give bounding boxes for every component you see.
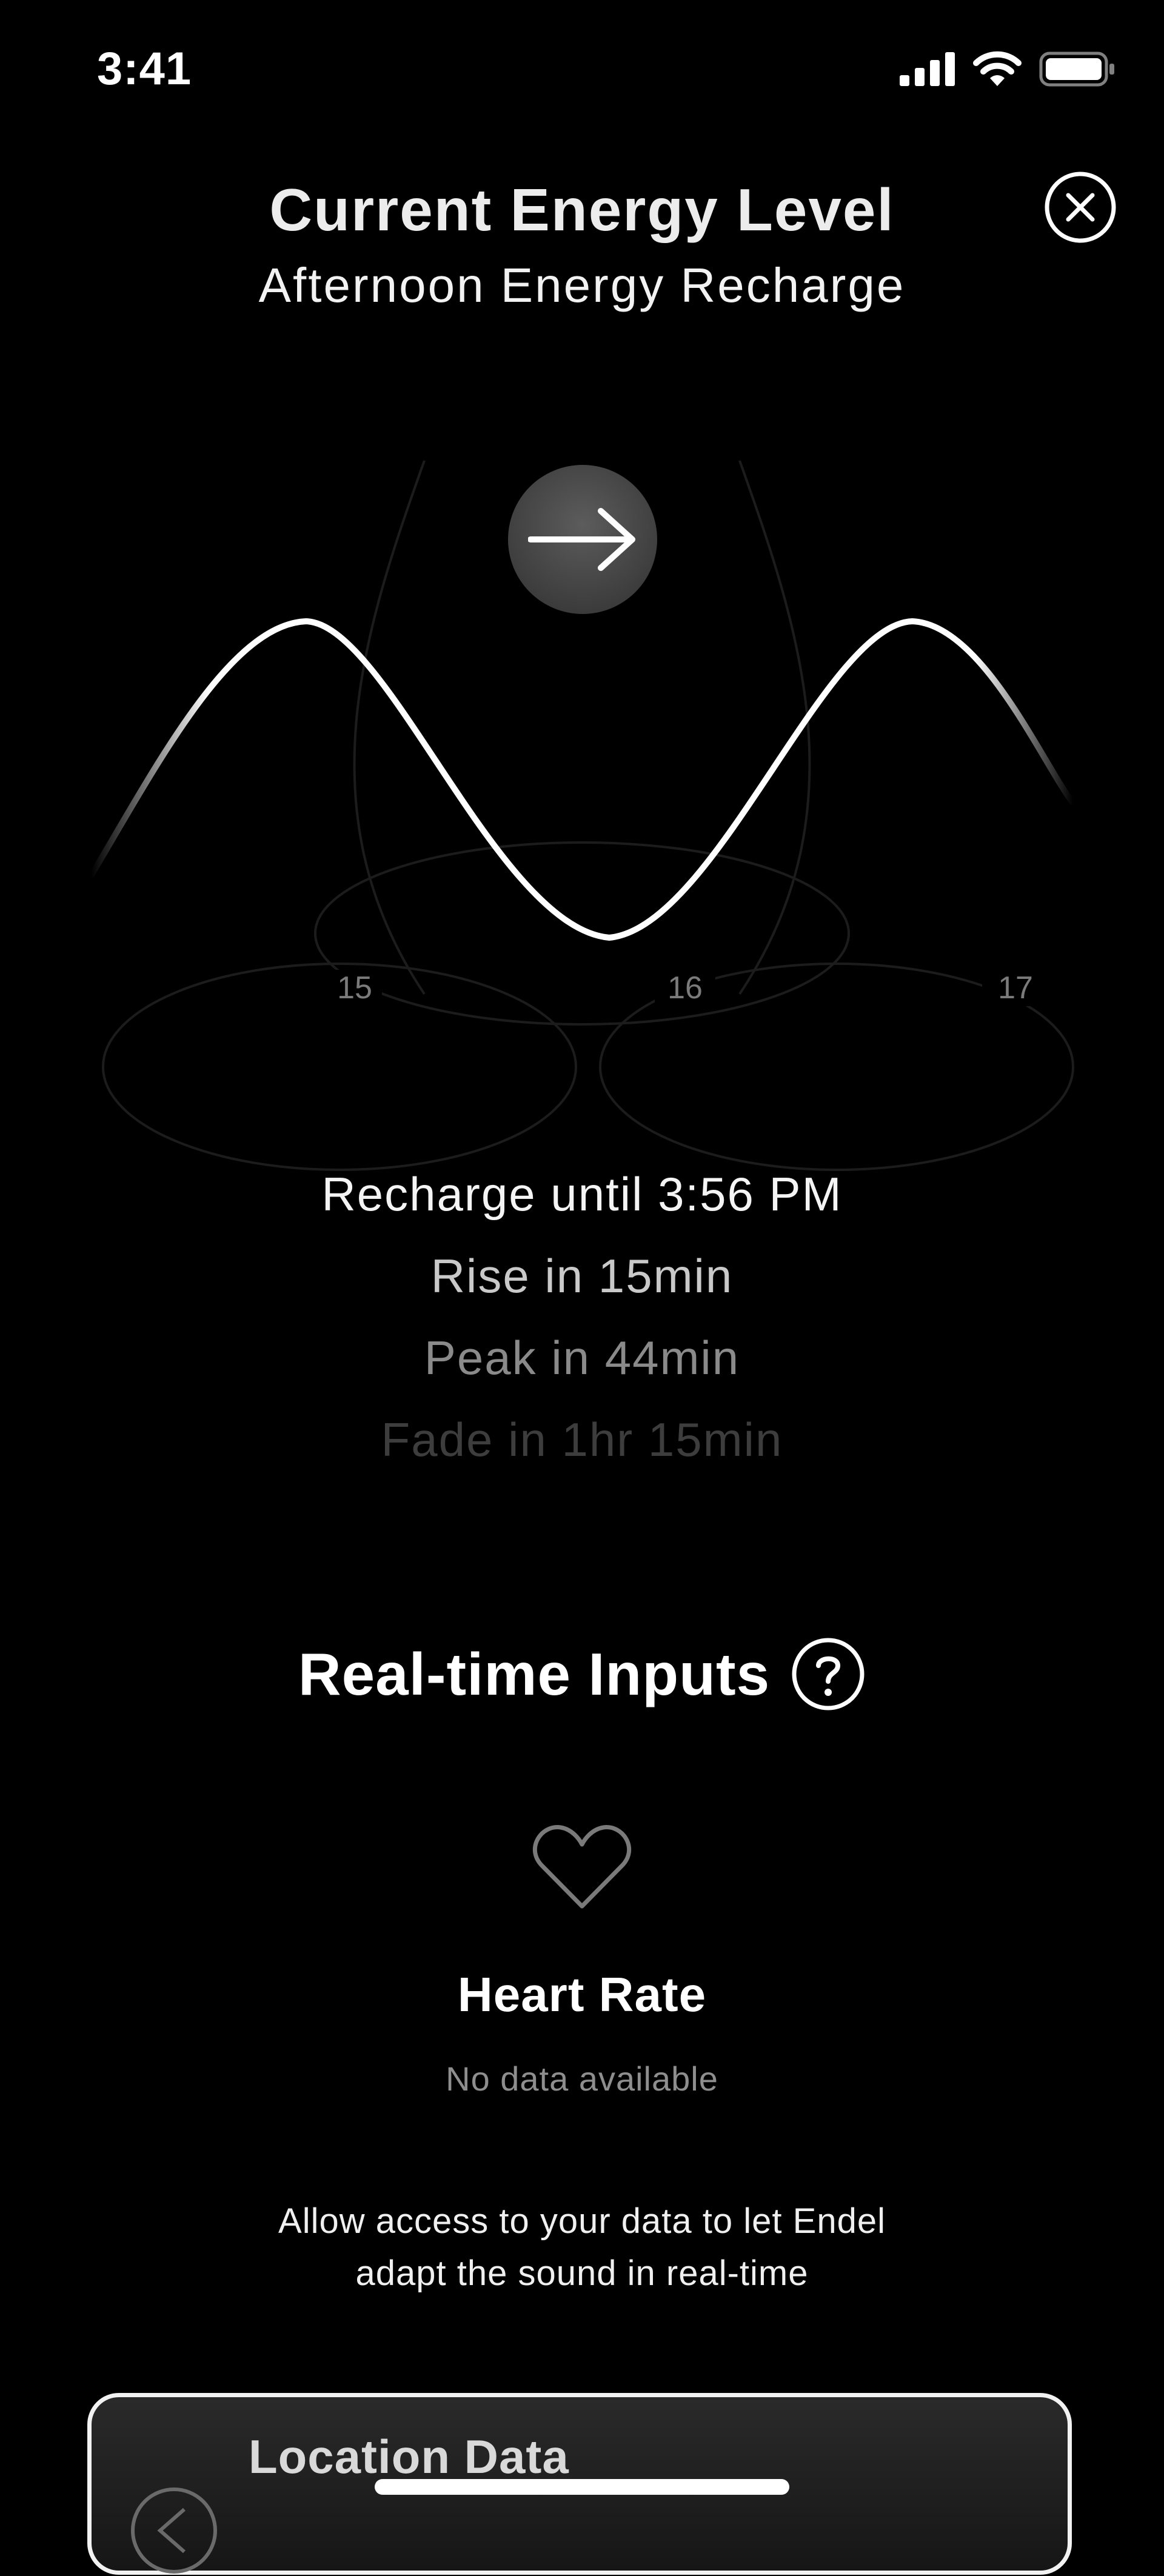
location-arrow-icon xyxy=(131,2488,217,2574)
home-indicator[interactable] xyxy=(375,2479,789,2495)
rise-time-text: Rise in 15min xyxy=(430,1249,734,1303)
help-button[interactable] xyxy=(791,1637,866,1712)
heart-icon xyxy=(532,1825,632,1909)
status-icons xyxy=(900,51,1116,87)
close-button[interactable] xyxy=(1044,171,1117,244)
arrow-right-icon xyxy=(528,508,635,571)
realtime-inputs-title: Real-time Inputs xyxy=(298,1640,771,1707)
recharge-time-text: Recharge until 3:56 PM xyxy=(321,1167,843,1221)
heart-rate-label: Heart Rate xyxy=(457,1967,707,2021)
heart-rate-status: No data available xyxy=(446,2060,718,2098)
x-tick-17: 17 xyxy=(998,970,1033,1006)
x-tick-15: 15 xyxy=(337,970,372,1006)
cellular-signal-icon xyxy=(900,52,955,86)
location-data-title: Location Data xyxy=(249,2430,569,2483)
current-marker-button[interactable] xyxy=(508,465,657,614)
peak-time-text: Peak in 44min xyxy=(424,1331,740,1384)
realtime-inputs-section: Real-time Inputs xyxy=(0,1637,1164,1712)
status-time: 3:41 xyxy=(97,43,192,95)
close-icon xyxy=(1045,172,1116,243)
question-icon xyxy=(792,1638,865,1710)
wifi-icon xyxy=(973,51,1022,86)
fade-time-text: Fade in 1hr 15min xyxy=(381,1413,783,1466)
x-tick-16: 16 xyxy=(667,970,703,1006)
access-message-line-2: adapt the sound in real-time xyxy=(355,2254,809,2293)
page-title: Current Energy Level xyxy=(269,176,895,243)
page-subtitle: Afternoon Energy Recharge xyxy=(258,258,906,312)
access-message: Allow access to your data to let Endel a… xyxy=(218,2195,946,2300)
battery-icon xyxy=(1039,52,1114,87)
access-message-line-1: Allow access to your data to let Endel xyxy=(278,2201,886,2241)
